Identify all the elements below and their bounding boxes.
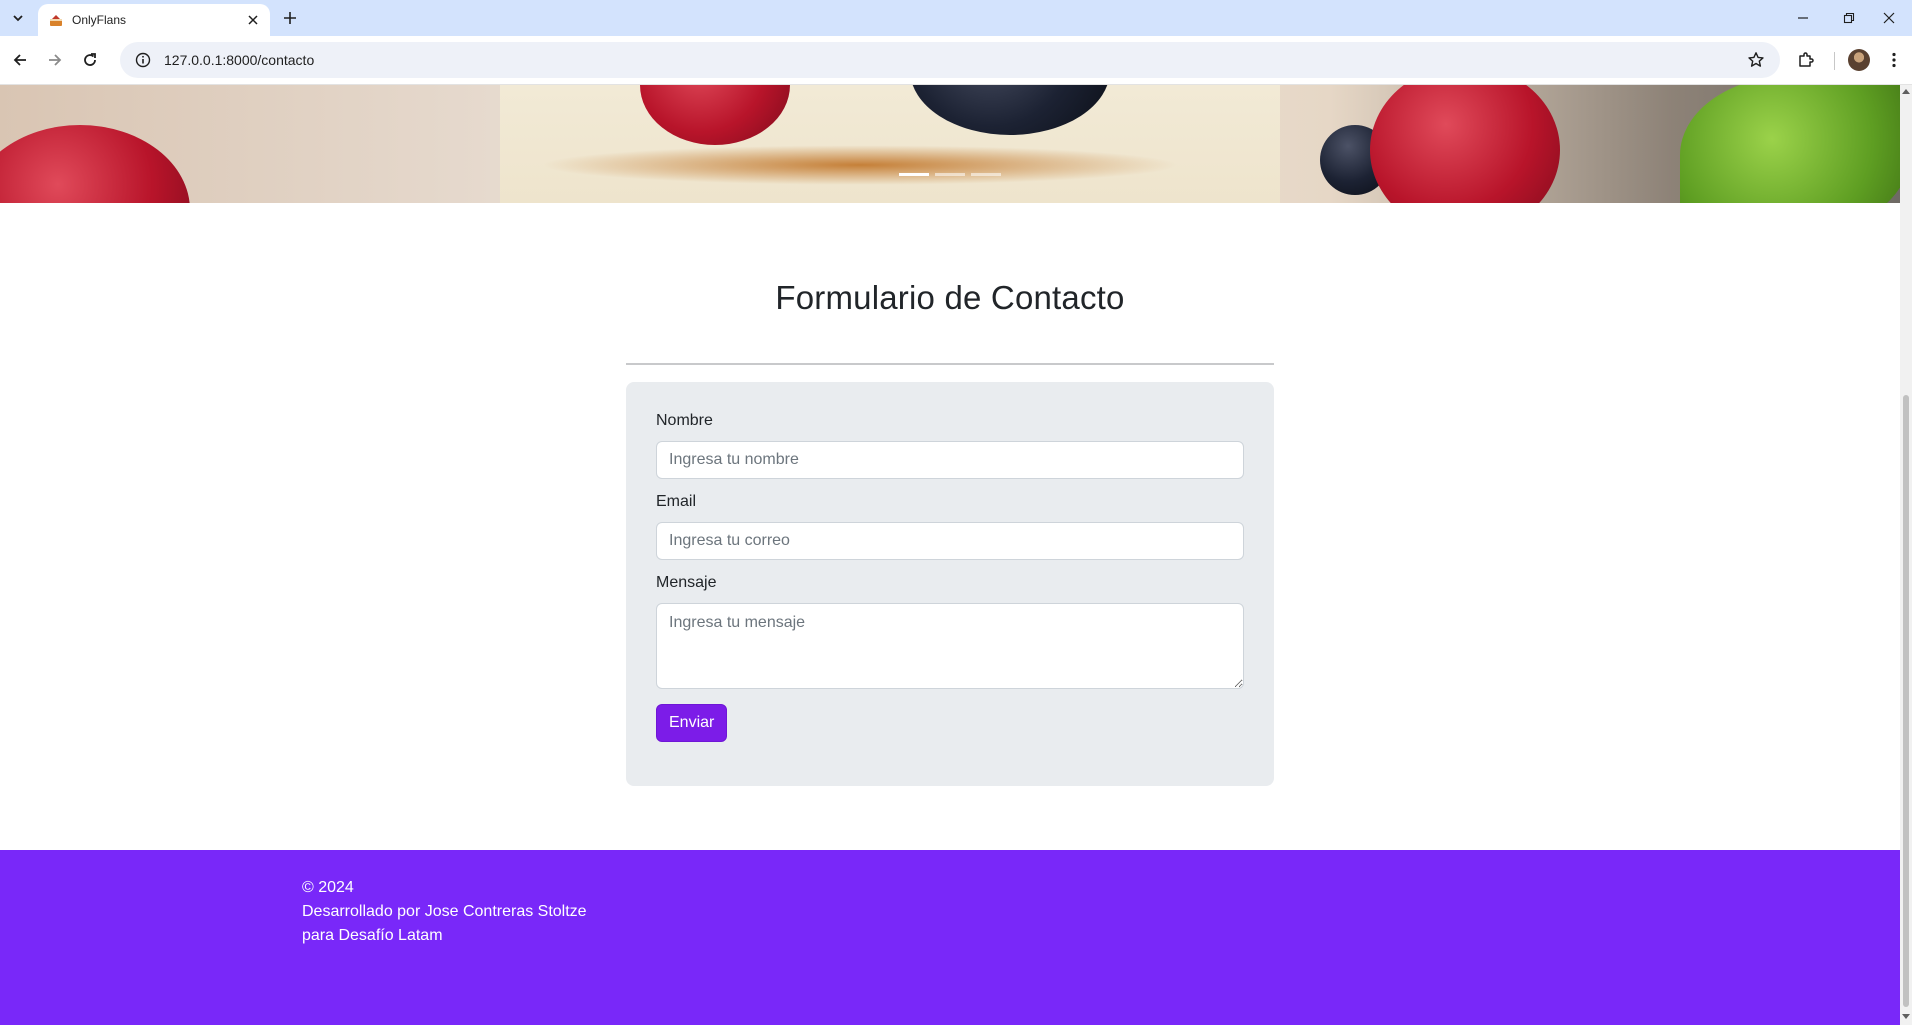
browser-tabstrip: OnlyFlans [0, 0, 1912, 36]
footer-org: para Desafío Latam [302, 927, 443, 944]
footer-copyright: © 2024 [302, 879, 354, 896]
carousel-indicator-1[interactable] [899, 173, 929, 176]
page-scrollbar[interactable] [1900, 85, 1912, 1025]
reload-icon [84, 53, 96, 66]
footer-author: Desarrollado por Jose Contreras Stoltze [302, 903, 587, 920]
nombre-label: Nombre [656, 412, 713, 429]
new-tab-button[interactable] [278, 6, 302, 30]
email-label: Email [656, 493, 697, 510]
cake-icon [48, 12, 64, 28]
scroll-up-icon[interactable] [1902, 87, 1910, 95]
info-icon[interactable] [134, 51, 152, 69]
mensaje-field[interactable] [656, 603, 1244, 689]
flan-image [500, 85, 1280, 203]
minimize-button[interactable] [1780, 0, 1826, 36]
browser-menu-button[interactable] [1880, 46, 1908, 74]
tab-title: OnlyFlans [72, 13, 127, 27]
carousel-indicators [0, 173, 1900, 176]
contact-form: Nombre Email Mensaje Enviar [626, 382, 1274, 786]
scroll-down-icon[interactable] [1902, 1013, 1910, 1021]
profile-button[interactable] [1845, 46, 1873, 74]
divider [626, 363, 1274, 365]
browser-toolbar: 127.0.0.1:8000/contacto [0, 36, 1912, 85]
toolbar-divider [1834, 52, 1835, 70]
browser-tab[interactable]: OnlyFlans [38, 4, 270, 36]
raspberry-image [0, 125, 190, 203]
footer: © 2024 Desarrollado por Jose Contreras S… [0, 850, 1900, 1025]
minimize-icon [1798, 17, 1808, 19]
page-viewport: Formulario de Contacto Nombre Email Mens… [0, 85, 1900, 1025]
avatar [1848, 49, 1870, 71]
address-bar[interactable]: 127.0.0.1:8000/contacto [120, 42, 1780, 78]
arrow-left-icon [13, 54, 26, 66]
scrollbar-thumb[interactable] [1903, 395, 1909, 1007]
star-icon[interactable] [1746, 50, 1766, 70]
close-window-button[interactable] [1866, 0, 1912, 36]
carousel-indicator-3[interactable] [971, 173, 1001, 176]
email-field[interactable] [656, 522, 1244, 560]
nombre-group: Nombre [656, 412, 1244, 479]
caramel-glaze [540, 145, 1180, 185]
address-url: 127.0.0.1:8000/contacto [164, 52, 315, 68]
mint-leaf-image [1680, 85, 1900, 203]
arrow-right-icon [49, 54, 62, 66]
back-button[interactable] [6, 46, 34, 74]
page-title: Formulario de Contacto [775, 279, 1125, 316]
plus-icon [284, 12, 296, 24]
mensaje-label: Mensaje [656, 574, 717, 591]
close-icon[interactable] [244, 11, 262, 29]
submit-button[interactable]: Enviar [656, 704, 728, 742]
kebab-menu-icon [1892, 52, 1896, 68]
raspberry-image [1370, 85, 1560, 203]
close-icon [1883, 12, 1895, 24]
mensaje-group: Mensaje [656, 574, 1244, 689]
email-group: Email [656, 493, 1244, 560]
tab-list-button[interactable] [6, 6, 30, 30]
nombre-field[interactable] [656, 441, 1244, 479]
forward-button[interactable] [41, 46, 69, 74]
chevron-down-icon [13, 15, 23, 22]
hero-carousel[interactable] [0, 85, 1900, 203]
extensions-button[interactable] [1792, 46, 1820, 74]
carousel-indicator-2[interactable] [935, 173, 965, 176]
restore-icon [1843, 12, 1855, 24]
footer-credits: © 2024 Desarrollado por Jose Contreras S… [302, 876, 587, 948]
reload-button[interactable] [76, 46, 104, 74]
puzzle-icon [1799, 52, 1814, 67]
